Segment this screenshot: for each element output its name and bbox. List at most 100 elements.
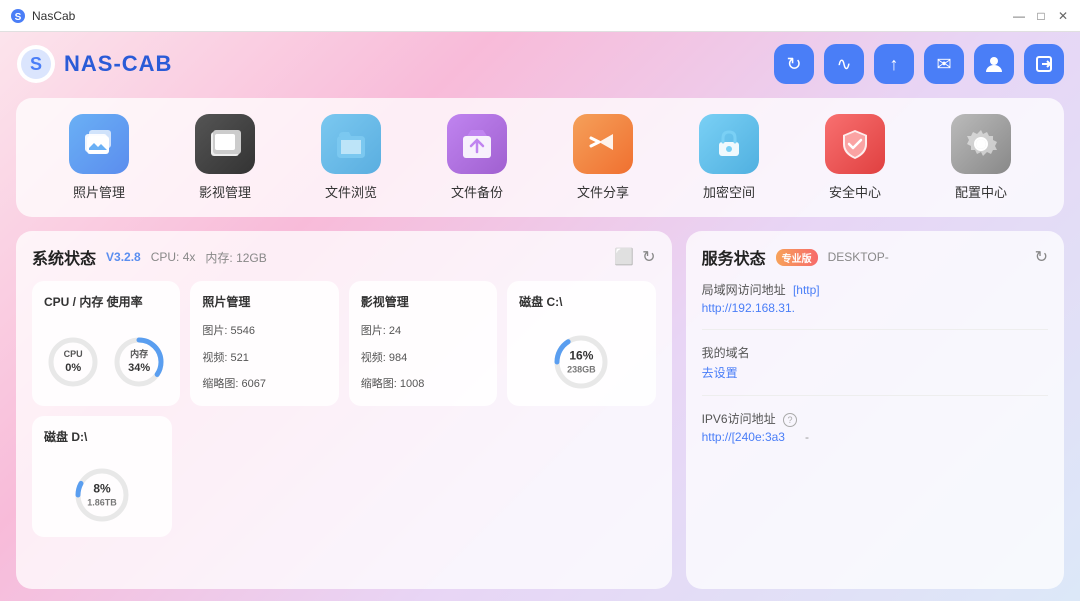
encrypt-icon	[711, 126, 747, 162]
files-icon	[333, 126, 369, 162]
config-icon	[963, 126, 999, 162]
disk-c-title: 磁盘 C:\	[519, 293, 643, 310]
cpu-gauge-circle: CPU 0%	[46, 335, 100, 389]
disk-c-size: 238GB	[567, 364, 596, 376]
mem-label: 内存	[128, 349, 150, 361]
status-refresh-button[interactable]: ↻	[642, 247, 655, 267]
media-icon	[207, 126, 243, 162]
status-actions: ⬜ ↻	[614, 247, 655, 267]
app-label-photos: 照片管理	[73, 182, 125, 201]
cpu-mem-gauges: CPU 0%	[44, 330, 168, 394]
status-screen-button[interactable]: ⬜	[614, 247, 634, 267]
status-mem-info: 内存: 12GB	[205, 249, 266, 266]
app-label-media: 影视管理	[199, 182, 251, 201]
titlebar-logo-icon: S	[10, 8, 26, 24]
cpu-gauge: CPU 0%	[46, 335, 100, 389]
logo-area: S NAS-CAB	[16, 44, 172, 84]
backup-icon	[459, 126, 495, 162]
service-hostname: DESKTOP-	[828, 250, 889, 264]
security-icon	[837, 126, 873, 162]
upload-button[interactable]: ↑	[874, 44, 914, 84]
app-item-media[interactable]: 影视管理	[185, 114, 265, 201]
photos-images: 图片: 5546	[202, 322, 326, 341]
app-item-backup[interactable]: 文件备份	[437, 114, 517, 201]
cpu-value: 0%	[64, 361, 83, 375]
disk-c-card: 磁盘 C:\ 16% 238GB	[507, 281, 655, 406]
titlebar-controls: — □ ✕	[1012, 9, 1070, 23]
domain-value[interactable]: 去设置	[702, 364, 1048, 381]
cpu-label: CPU	[64, 349, 83, 361]
cpu-mem-title: CPU / 内存 使用率	[44, 293, 168, 310]
app-item-files[interactable]: 文件浏览	[311, 114, 391, 201]
disk-d-gauge: 8% 1.86TB	[44, 465, 160, 525]
disk-d-gauge-circle: 8% 1.86TB	[72, 465, 132, 525]
status-title: 系统状态	[32, 245, 96, 269]
mem-value: 34%	[128, 361, 150, 375]
svg-text:S: S	[30, 54, 42, 74]
disk-d-card: 磁盘 D:\ 8% 1.86TB	[32, 416, 172, 537]
app-item-photos[interactable]: 照片管理	[59, 114, 139, 201]
status-panel: 系统状态 V3.2.8 CPU: 4x 内存: 12GB ⬜ ↻ CPU / 内…	[16, 231, 672, 589]
disk-d-size: 1.86TB	[87, 497, 117, 509]
service-actions: ↻	[1035, 247, 1048, 267]
share-icon	[585, 126, 621, 162]
app-logo-icon: S	[16, 44, 56, 84]
ipv6-url[interactable]: http://[240e:3a3	[702, 430, 785, 444]
top-bar: S NAS-CAB ↻ ∿ ↑ ✉	[16, 44, 1064, 84]
apps-panel: 照片管理 影视管理 文件浏览	[16, 98, 1064, 217]
pulse-button[interactable]: ∿	[824, 44, 864, 84]
titlebar: S NasCab — □ ✕	[0, 0, 1080, 32]
titlebar-title: NasCab	[32, 9, 75, 23]
service-refresh-button[interactable]: ↻	[1035, 247, 1048, 267]
photos-stat-title: 照片管理	[202, 293, 326, 310]
disk-c-percent: 16%	[567, 348, 596, 364]
user-button[interactable]	[974, 44, 1014, 84]
pro-badge: 专业版	[776, 249, 818, 266]
disk-c-gauge-circle: 16% 238GB	[551, 332, 611, 392]
media-images: 图片: 24	[361, 322, 485, 341]
media-thumbs: 缩略图: 1008	[361, 375, 485, 394]
disk-d-title: 磁盘 D:\	[44, 428, 160, 445]
mem-gauge-label: 内存 34%	[128, 349, 150, 375]
cpu-mem-card: CPU / 内存 使用率 CPU 0%	[32, 281, 180, 406]
app-label-backup: 文件备份	[451, 182, 503, 201]
app-label-share: 文件分享	[577, 182, 629, 201]
titlebar-left: S NasCab	[10, 8, 75, 24]
refresh-button[interactable]: ↻	[774, 44, 814, 84]
toolbar-icons: ↻ ∿ ↑ ✉	[774, 44, 1064, 84]
service-item-domain: 我的域名 去设置	[702, 344, 1048, 381]
close-button[interactable]: ✕	[1056, 9, 1070, 23]
lan-url[interactable]: http://192.168.31.	[702, 301, 1048, 315]
mail-button[interactable]: ✉	[924, 44, 964, 84]
app-item-security[interactable]: 安全中心	[815, 114, 895, 201]
service-item-ipv6: IPV6访问地址 ? http://[240e:3a3 -	[702, 410, 1048, 444]
media-stat-title: 影视管理	[361, 293, 485, 310]
app-item-share[interactable]: 文件分享	[563, 114, 643, 201]
app-label-encrypt: 加密空间	[703, 182, 755, 201]
lan-label: 局域网访问地址 [http]	[702, 281, 1048, 298]
service-panel: 服务状态 专业版 DESKTOP- ↻ 局域网访问地址 [http] http:…	[686, 231, 1064, 589]
minimize-button[interactable]: —	[1012, 9, 1026, 23]
ipv6-dash: -	[805, 430, 809, 444]
photos-stat-card: 照片管理 图片: 5546 视频: 521 缩略图: 6067	[190, 281, 338, 406]
photos-thumbs: 缩略图: 6067	[202, 375, 326, 394]
disk-c-gauge: 16% 238GB	[519, 330, 643, 394]
mem-gauge: 内存 34%	[112, 335, 166, 389]
mem-gauge-circle: 内存 34%	[112, 335, 166, 389]
app-label-config: 配置中心	[955, 182, 1007, 201]
maximize-button[interactable]: □	[1034, 9, 1048, 23]
app-label-files: 文件浏览	[325, 182, 377, 201]
app-label-security: 安全中心	[829, 182, 881, 201]
service-panel-header: 服务状态 专业版 DESKTOP- ↻	[702, 245, 1048, 269]
app-item-config[interactable]: 配置中心	[941, 114, 1021, 201]
disk-c-gauge-label: 16% 238GB	[567, 348, 596, 375]
app-logo-text: NAS-CAB	[64, 51, 172, 77]
bottom-row: 系统状态 V3.2.8 CPU: 4x 内存: 12GB ⬜ ↻ CPU / 内…	[16, 231, 1064, 589]
domain-label: 我的域名	[702, 344, 1048, 361]
cpu-gauge-label: CPU 0%	[64, 349, 83, 375]
app-item-encrypt[interactable]: 加密空间	[689, 114, 769, 201]
media-stat-card: 影视管理 图片: 24 视频: 984 缩略图: 1008	[349, 281, 497, 406]
status-version: V3.2.8	[106, 250, 141, 264]
ipv6-help-icon[interactable]: ?	[783, 413, 797, 427]
exit-button[interactable]	[1024, 44, 1064, 84]
